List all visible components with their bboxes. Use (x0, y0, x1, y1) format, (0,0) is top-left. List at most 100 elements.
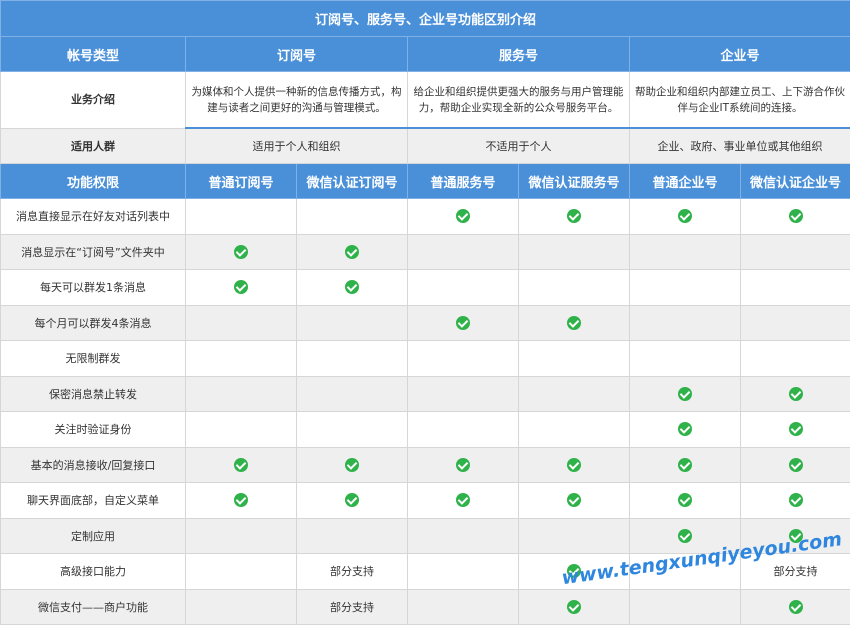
feature-cell (407, 340, 519, 377)
check-circle-icon (788, 493, 803, 508)
check-circle-icon (788, 386, 803, 401)
table-row: 消息显示在“订阅号”文件夹中 (0, 233, 850, 270)
check-circle-icon (678, 528, 692, 543)
check-circle-icon (345, 493, 359, 508)
feature-cell (407, 198, 519, 235)
check-circle-icon (678, 422, 692, 437)
feature-cell (185, 588, 297, 625)
feature-cell (629, 553, 741, 590)
check-circle-icon (567, 599, 581, 614)
feature-cell (740, 269, 850, 306)
check-circle-icon (567, 315, 581, 330)
feature-name: 微信支付——商户功能 (0, 588, 186, 625)
feature-name: 每个月可以群发4条消息 (0, 304, 186, 341)
feature-cell (740, 340, 850, 377)
feature-name: 基本的消息接收/回复接口 (0, 446, 186, 483)
feature-cell (740, 588, 850, 625)
feature-name: 保密消息禁止转发 (0, 375, 186, 412)
feature-cell (407, 411, 519, 448)
feature-cell (407, 553, 519, 590)
intro-label: 业务介绍 (0, 71, 186, 129)
feature-cell (185, 233, 297, 270)
feature-cell (518, 553, 630, 590)
feature-cell (296, 446, 408, 483)
table-row: 基本的消息接收/回复接口 (0, 446, 850, 483)
table-row: 保密消息禁止转发 (0, 375, 850, 412)
feature-cell (296, 269, 408, 306)
feature-cell (740, 482, 850, 519)
feature-cell (740, 446, 850, 483)
feature-cell (185, 304, 297, 341)
feature-cell (518, 340, 630, 377)
feature-cell (740, 198, 850, 235)
feature-cell (407, 233, 519, 270)
feature-cell (629, 482, 741, 519)
feature-cell (629, 517, 741, 554)
feature-cell (518, 198, 630, 235)
feature-cell (185, 375, 297, 412)
check-circle-icon (345, 457, 359, 472)
subtype-header: 微信认证企业号 (740, 163, 850, 199)
check-circle-icon (456, 493, 470, 508)
feature-cell (296, 233, 408, 270)
audience-service: 不适用于个人 (407, 127, 630, 164)
feature-name: 高级接口能力 (0, 553, 186, 590)
feature-cell (518, 588, 630, 625)
feature-cell (629, 446, 741, 483)
check-circle-icon (567, 457, 581, 472)
check-circle-icon (678, 209, 692, 224)
feature-cell (629, 340, 741, 377)
feature-cell (185, 198, 297, 235)
feature-cell (296, 517, 408, 554)
intro-enterprise: 帮助企业和组织内部建立员工、上下游合作伙伴与企业IT系统间的连接。 (629, 71, 850, 129)
feature-cell (629, 198, 741, 235)
check-circle-icon (456, 209, 470, 224)
feature-name: 关注时验证身份 (0, 411, 186, 448)
feature-cell (296, 198, 408, 235)
comparison-table: 订阅号、服务号、企业号功能区别介绍 帐号类型 订阅号 服务号 企业号 业务介绍 … (0, 0, 850, 625)
check-circle-icon (567, 493, 581, 508)
subtype-header: 微信认证订阅号 (296, 163, 408, 199)
check-circle-icon (788, 599, 803, 614)
feature-cell (518, 233, 630, 270)
table-row: 消息直接显示在好友对话列表中 (0, 198, 850, 235)
feature-cell (185, 446, 297, 483)
feature-name: 每天可以群发1条消息 (0, 269, 186, 306)
feature-cell (296, 411, 408, 448)
check-circle-icon (234, 280, 248, 295)
check-circle-icon (345, 280, 359, 295)
check-circle-icon (678, 493, 692, 508)
feature-cell (629, 233, 741, 270)
feature-cell (185, 340, 297, 377)
feature-cell (740, 233, 850, 270)
subtype-header: 微信认证服务号 (518, 163, 630, 199)
feature-cell (740, 411, 850, 448)
feature-cell (740, 517, 850, 554)
check-circle-icon (788, 422, 803, 437)
subtype-header: 普通订阅号 (185, 163, 297, 199)
subscription-header: 订阅号 (185, 36, 408, 72)
audience-enterprise: 企业、政府、事业单位或其他组织 (629, 127, 850, 164)
check-circle-icon (234, 457, 248, 472)
audience-subscription: 适用于个人和组织 (185, 127, 408, 164)
feature-cell (407, 304, 519, 341)
feature-cell (296, 482, 408, 519)
table-row: 每个月可以群发4条消息 (0, 304, 850, 341)
feature-cell (407, 517, 519, 554)
check-circle-icon (788, 209, 803, 224)
feature-name: 定制应用 (0, 517, 186, 554)
check-circle-icon (234, 244, 248, 259)
subtype-header: 普通服务号 (407, 163, 519, 199)
feature-cell (740, 304, 850, 341)
service-header: 服务号 (407, 36, 630, 72)
feature-cell (518, 375, 630, 412)
feature-name: 无限制群发 (0, 340, 186, 377)
feature-cell (407, 482, 519, 519)
check-circle-icon (456, 457, 470, 472)
feature-cell: 部分支持 (296, 588, 408, 625)
feature-cell (185, 482, 297, 519)
feature-name: 消息显示在“订阅号”文件夹中 (0, 233, 186, 270)
feature-cell (296, 340, 408, 377)
feature-cell (407, 446, 519, 483)
feature-cell (518, 482, 630, 519)
